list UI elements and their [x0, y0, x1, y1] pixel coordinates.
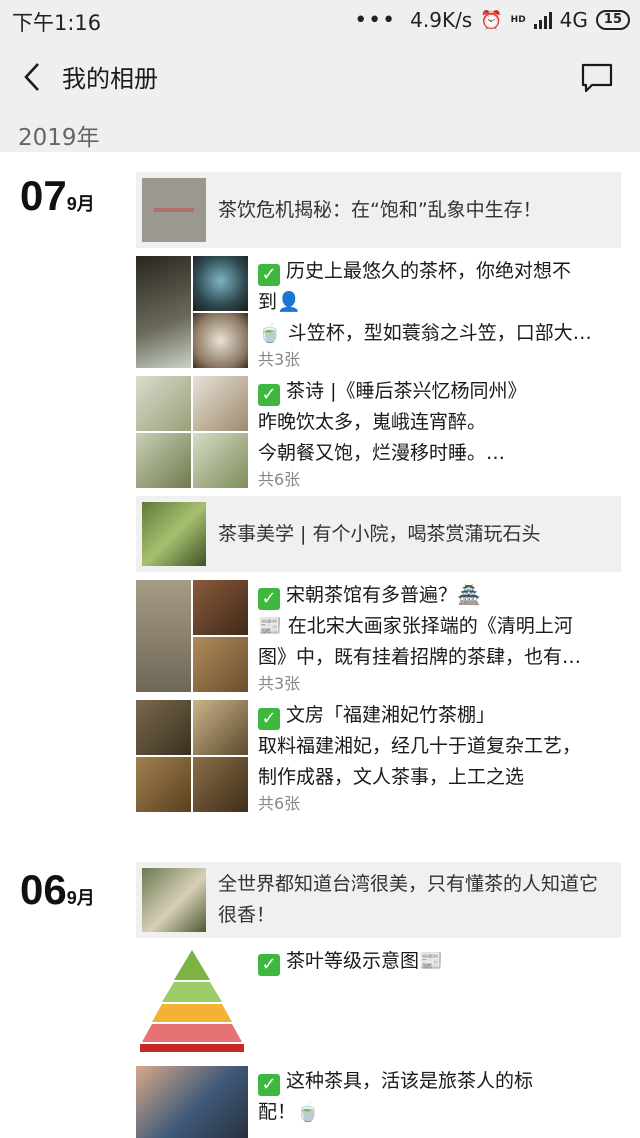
checkmark-icon: ✓ — [258, 1074, 280, 1096]
post-line: 到👤 — [258, 291, 301, 313]
photo-count: 共6张 — [258, 794, 301, 813]
photo-thumbnail — [136, 1066, 248, 1138]
signal-icon — [533, 11, 552, 29]
post-line: 🍵 斗笠杯，型如蓑翁之斗笠，口部大… — [258, 322, 592, 344]
post-line: 昨晚饮太多，嵬峨连宵醉。 — [258, 411, 487, 433]
photo-grid — [136, 580, 248, 692]
photo-post[interactable]: ✓ 宋朝茶馆有多普遍？🏯 📰 在北宋大画家张择端的《清明上河 图》中，既有挂着招… — [136, 580, 621, 695]
post-line: 茶诗 |《睡后茶兴忆杨同州》 — [286, 380, 527, 402]
photo-thumbnail — [136, 256, 191, 368]
network-speed: 4.9K/s — [410, 8, 473, 32]
link-thumbnail — [142, 178, 206, 242]
page-title: 我的相册 — [62, 65, 158, 93]
post-line: 文房「福建湘妃竹茶棚」 — [286, 704, 496, 726]
status-time: 下午1:16 — [12, 11, 102, 35]
photo-grid — [136, 700, 248, 812]
shared-link-item[interactable]: 茶饮危机揭秘：在“饱和”乱象中生存！ — [136, 172, 621, 248]
year-header: 2019年 — [0, 112, 640, 152]
photo-count: 共3张 — [258, 350, 301, 369]
photo-grid — [136, 946, 248, 1058]
photo-thumbnail — [193, 256, 248, 311]
post-line: 茶叶等级示意图📰 — [286, 950, 443, 972]
post-text: ✓ 这种茶具，活该是旅茶人的标 配！🍵 — [258, 1066, 621, 1128]
photo-thumbnail — [136, 376, 191, 431]
post-line: 取料福建湘妃，经几十于道复杂工艺， — [258, 735, 582, 757]
photo-thumbnail — [193, 433, 248, 488]
date-label: 079月 — [20, 172, 95, 220]
photo-thumbnail — [193, 757, 248, 812]
post-line: 历史上最悠久的茶杯，你绝对想不 — [286, 260, 572, 282]
post-text: ✓ 文房「福建湘妃竹茶棚」 取料福建湘妃，经几十于道复杂工艺， 制作成器，文人茶… — [258, 700, 621, 815]
shared-link-item[interactable]: 全世界都知道台湾很美，只有懂茶的人知道它很香！ — [136, 862, 621, 938]
shared-link-item[interactable]: 茶事美学 | 有个小院，喝茶赏蒲玩石头 — [136, 496, 621, 572]
photo-grid — [136, 376, 248, 488]
photo-thumbnail — [193, 637, 248, 692]
photo-thumbnail — [193, 700, 248, 755]
year-label: 2019年 — [18, 125, 100, 151]
post-line: 今朝餐又饱，烂漫移时睡。… — [258, 442, 506, 464]
link-title: 茶事美学 | 有个小院，喝茶赏蒲玩石头 — [218, 522, 541, 545]
post-line: 配！🍵 — [258, 1101, 320, 1123]
checkmark-icon: ✓ — [258, 708, 280, 730]
post-line: 这种茶具，活该是旅茶人的标 — [286, 1070, 534, 1092]
post-line: 📰 在北宋大画家张择端的《清明上河 — [258, 615, 573, 637]
month-label: 9月 — [66, 194, 95, 214]
post-text: ✓ 茶诗 |《睡后茶兴忆杨同州》 昨晚饮太多，嵬峨连宵醉。 今朝餐又饱，烂漫移时… — [258, 376, 621, 491]
checkmark-icon: ✓ — [258, 384, 280, 406]
post-text: ✓ 茶叶等级示意图📰 — [258, 946, 621, 977]
photo-post[interactable]: ✓ 茶叶等级示意图📰 — [136, 946, 621, 1058]
checkmark-icon: ✓ — [258, 588, 280, 610]
photo-thumbnail — [136, 757, 191, 812]
status-icons: ••• 4.9K/s ⏰ HD 4G 15 — [354, 6, 630, 34]
network-type: 4G — [559, 8, 588, 32]
battery-icon: 15 — [595, 10, 630, 30]
checkmark-icon: ✓ — [258, 264, 280, 286]
post-line: 图》中，既有挂着招牌的茶肆，也有… — [258, 646, 582, 668]
photo-grid — [136, 256, 248, 368]
photo-thumbnail — [136, 433, 191, 488]
comment-icon[interactable] — [580, 62, 614, 94]
photo-thumbnail — [136, 580, 191, 692]
post-line: 宋朝茶馆有多普遍？🏯 — [286, 584, 481, 606]
tea-grade-pyramid-image — [136, 946, 248, 1058]
post-text: ✓ 历史上最悠久的茶杯，你绝对想不 到👤 🍵 斗笠杯，型如蓑翁之斗笠，口部大… … — [258, 256, 621, 371]
post-text: ✓ 宋朝茶馆有多普遍？🏯 📰 在北宋大画家张择端的《清明上河 图》中，既有挂着招… — [258, 580, 621, 695]
photo-post[interactable]: ✓ 这种茶具，活该是旅茶人的标 配！🍵 — [136, 1066, 621, 1138]
alarm-icon: ⏰ — [480, 9, 503, 31]
status-bar: 下午1:16 ••• 4.9K/s ⏰ HD 4G 15 — [0, 0, 640, 40]
photo-count: 共3张 — [258, 674, 301, 693]
photo-post[interactable]: ✓ 茶诗 |《睡后茶兴忆杨同州》 昨晚饮太多，嵬峨连宵醉。 今朝餐又饱，烂漫移时… — [136, 376, 621, 491]
date-label: 069月 — [20, 866, 95, 914]
photo-count: 共6张 — [258, 470, 301, 489]
more-dots: ••• — [354, 7, 397, 33]
link-thumbnail — [142, 502, 206, 566]
checkmark-icon: ✓ — [258, 954, 280, 976]
link-title: 全世界都知道台湾很美，只有懂茶的人知道它很香！ — [218, 873, 599, 926]
photo-grid — [136, 1066, 248, 1138]
photo-thumbnail — [136, 700, 191, 755]
back-arrow-icon[interactable] — [18, 60, 48, 94]
link-title: 茶饮危机揭秘：在“饱和”乱象中生存！ — [218, 198, 542, 221]
photo-thumbnail — [193, 580, 248, 635]
hd-label: HD — [510, 14, 526, 25]
photo-post[interactable]: ✓ 文房「福建湘妃竹茶棚」 取料福建湘妃，经几十于道复杂工艺， 制作成器，文人茶… — [136, 700, 621, 815]
photo-post[interactable]: ✓ 历史上最悠久的茶杯，你绝对想不 到👤 🍵 斗笠杯，型如蓑翁之斗笠，口部大… … — [136, 256, 621, 371]
day-number: 07 — [20, 172, 67, 219]
day-number: 06 — [20, 866, 67, 913]
nav-bar: 我的相册 — [0, 40, 640, 112]
link-thumbnail — [142, 868, 206, 932]
photo-thumbnail — [193, 313, 248, 368]
month-label: 9月 — [66, 888, 95, 908]
photo-thumbnail — [193, 376, 248, 431]
post-line: 制作成器，文人茶事，上工之选 — [258, 766, 525, 788]
